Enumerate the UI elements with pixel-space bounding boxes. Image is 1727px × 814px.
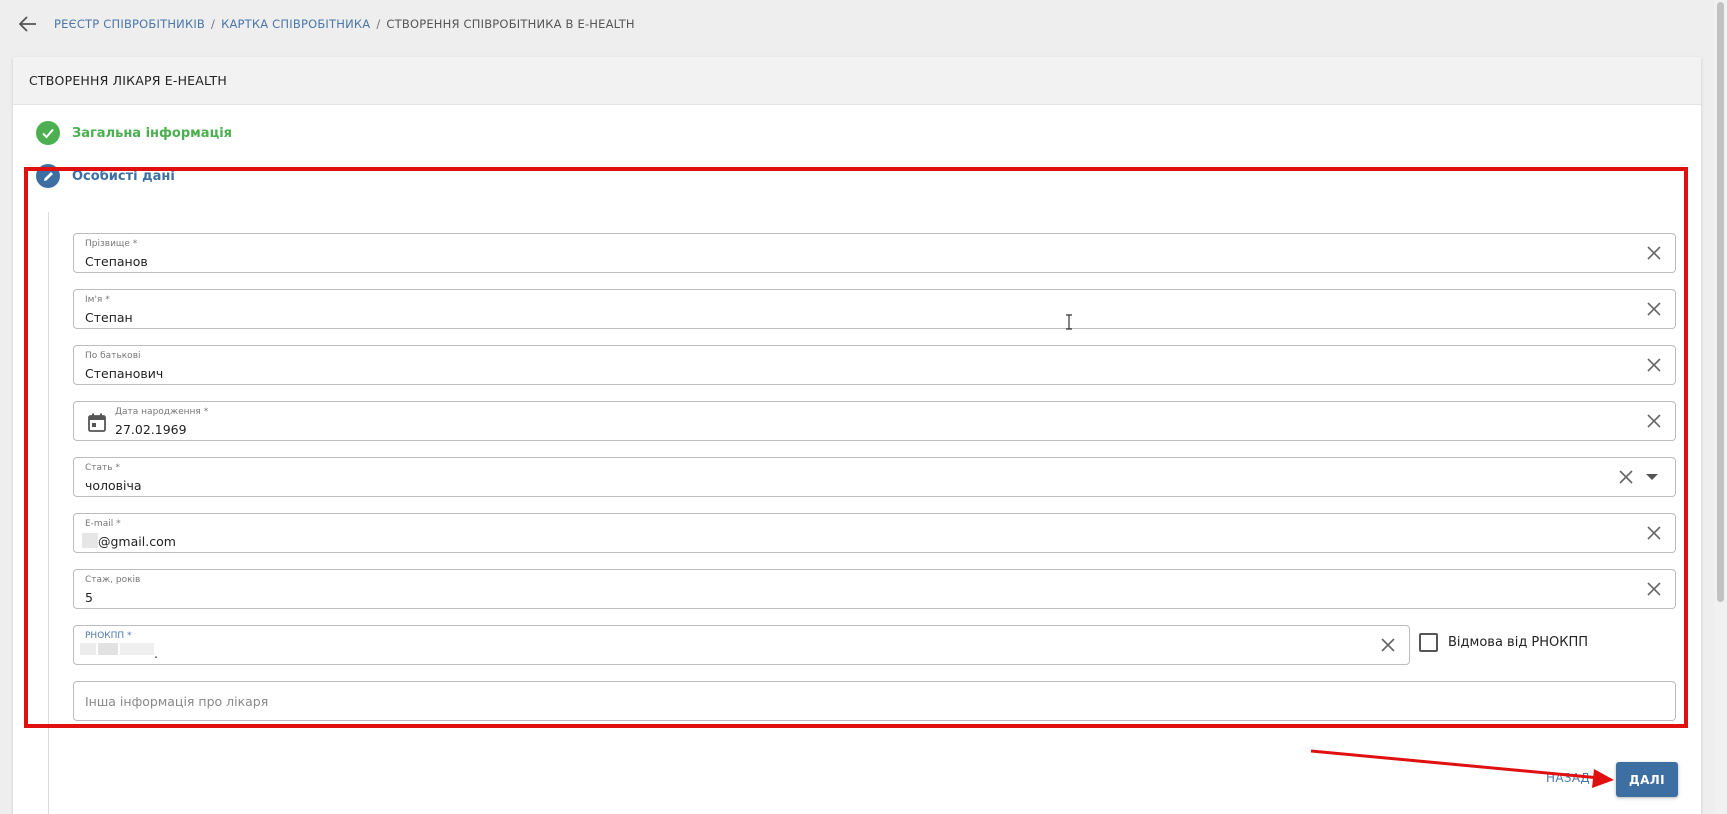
close-icon[interactable] xyxy=(1645,412,1663,430)
first-name-value: Степан xyxy=(85,310,133,325)
close-icon[interactable] xyxy=(1645,244,1663,262)
other-info-placeholder: Інша інформація про лікаря xyxy=(85,694,269,709)
close-icon[interactable] xyxy=(1617,468,1635,486)
breadcrumb-separator: / xyxy=(376,17,381,31)
close-icon[interactable] xyxy=(1645,356,1663,374)
email-label: E-mail * xyxy=(85,519,121,529)
card-title: СТВОРЕННЯ ЛІКАРЯ E-HEALTH xyxy=(13,57,1701,105)
text-cursor-icon xyxy=(1066,314,1072,330)
email-field[interactable]: E-mail * @gmail.com xyxy=(73,513,1676,553)
middle-name-label: По батькові xyxy=(85,351,141,361)
form-card: СТВОРЕННЯ ЛІКАРЯ E-HEALTH Загальна інфор… xyxy=(13,57,1701,814)
step-connector-line xyxy=(48,212,49,814)
rnokpp-label: РНОКПП * xyxy=(85,631,132,641)
checkbox-box[interactable] xyxy=(1419,633,1438,652)
last-name-value: Степанов xyxy=(85,254,148,269)
back-button[interactable]: НАЗАД xyxy=(1546,771,1590,785)
redacted-block xyxy=(82,533,98,548)
middle-name-field[interactable]: По батькові Степанович xyxy=(73,345,1676,385)
breadcrumb-current: СТВОРЕННЯ СПІВРОБІТНИКА В E-HEALTH xyxy=(386,17,635,31)
experience-value: 5 xyxy=(85,590,93,605)
check-icon xyxy=(36,121,60,145)
rnokpp-refusal-label: Відмова від РНОКПП xyxy=(1448,635,1589,650)
back-arrow-icon[interactable] xyxy=(16,12,40,36)
scrollbar-thumb[interactable] xyxy=(1717,2,1724,602)
close-icon[interactable] xyxy=(1645,300,1663,318)
birth-date-field[interactable]: Дата народження * 27.02.1969 xyxy=(73,401,1676,441)
gender-select[interactable]: Стать * чоловіча xyxy=(73,457,1676,497)
chevron-down-icon[interactable] xyxy=(1643,468,1661,486)
first-name-field[interactable]: Ім'я * Степан xyxy=(73,289,1676,329)
calendar-icon[interactable] xyxy=(87,412,107,432)
breadcrumb-link-employee-card[interactable]: КАРТКА СПІВРОБІТНИКА xyxy=(221,17,370,31)
middle-name-value: Степанович xyxy=(85,366,164,381)
breadcrumb-link-registry[interactable]: РЕЄСТР СПІВРОБІТНИКІВ xyxy=(54,17,205,31)
last-name-field[interactable]: Прізвище * Степанов xyxy=(73,233,1676,273)
pencil-icon xyxy=(36,164,60,188)
close-icon[interactable] xyxy=(1645,580,1663,598)
step-general-label: Загальна інформація xyxy=(72,125,233,141)
gender-value: чоловіча xyxy=(85,478,142,493)
birth-date-label: Дата народження * xyxy=(115,407,209,417)
experience-label: Стаж, років xyxy=(85,575,141,585)
other-info-field[interactable]: Інша інформація про лікаря xyxy=(73,681,1676,721)
email-value: @gmail.com xyxy=(98,534,176,549)
breadcrumb-separator: / xyxy=(211,17,216,31)
first-name-label: Ім'я * xyxy=(85,295,110,305)
rnokpp-refusal-checkbox[interactable]: Відмова від РНОКПП xyxy=(1419,633,1588,652)
redacted-block xyxy=(98,643,118,655)
experience-field[interactable]: Стаж, років 5 xyxy=(73,569,1676,609)
redacted-block xyxy=(80,643,96,655)
close-icon[interactable] xyxy=(1645,524,1663,542)
close-icon[interactable] xyxy=(1379,636,1397,654)
next-button[interactable]: ДАЛІ xyxy=(1616,762,1678,797)
gender-label: Стать * xyxy=(85,463,120,473)
last-name-label: Прізвище * xyxy=(85,239,138,249)
page-scrollbar[interactable] xyxy=(1714,0,1727,814)
step-personal-data[interactable]: Особисті дані xyxy=(36,164,175,188)
step-general-info[interactable]: Загальна інформація xyxy=(36,121,232,145)
rnokpp-value: . xyxy=(154,646,158,661)
step-personal-label: Особисті дані xyxy=(72,168,175,184)
breadcrumb: РЕЄСТР СПІВРОБІТНИКІВ / КАРТКА СПІВРОБІТ… xyxy=(54,17,635,31)
redacted-block xyxy=(120,643,154,655)
top-bar: РЕЄСТР СПІВРОБІТНИКІВ / КАРТКА СПІВРОБІТ… xyxy=(0,0,1727,48)
birth-date-value: 27.02.1969 xyxy=(115,422,187,437)
rnokpp-field[interactable]: РНОКПП * . xyxy=(73,625,1410,665)
